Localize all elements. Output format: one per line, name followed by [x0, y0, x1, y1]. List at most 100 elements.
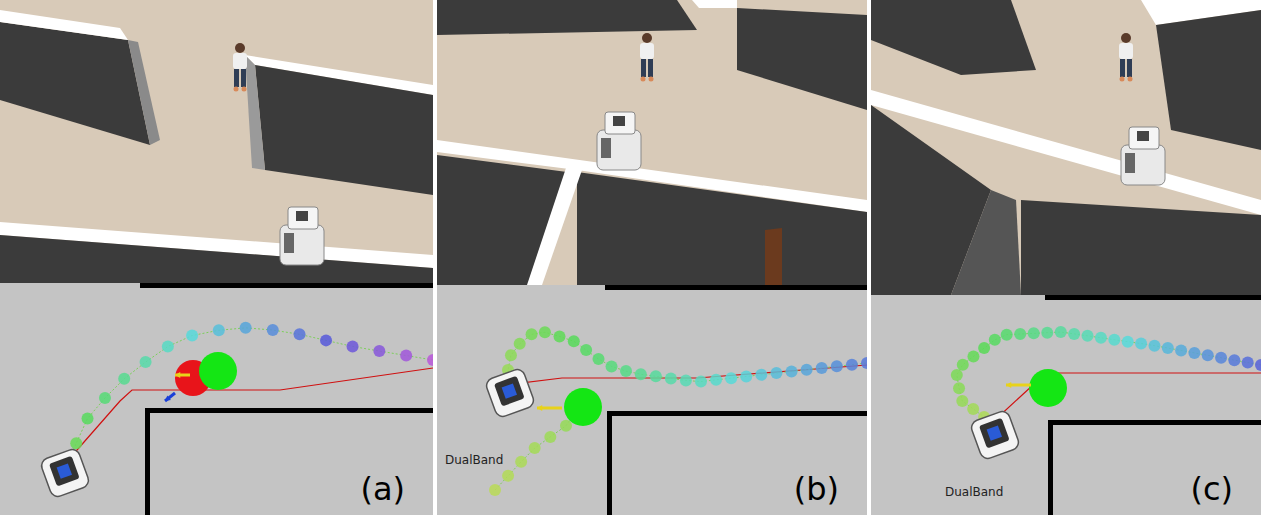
person-figure — [640, 33, 654, 82]
wall-shape — [765, 228, 782, 285]
trajectory-dot — [1242, 357, 1254, 369]
trajectory-dot — [770, 367, 782, 379]
trajectory-dot — [1188, 347, 1200, 359]
trajectory-dot — [1014, 328, 1026, 340]
trajectory-dot — [526, 328, 538, 340]
trajectory-dot — [140, 356, 152, 368]
wall-shape — [1021, 200, 1261, 295]
trajectory — [59, 322, 433, 474]
trajectory-dot — [978, 342, 990, 354]
trajectory-dot — [957, 359, 969, 371]
trajectory-dot — [294, 328, 306, 340]
wall-shape — [951, 190, 1021, 295]
trajectory-dot — [505, 349, 517, 361]
robot-figure — [280, 207, 324, 265]
trajectory-dot — [99, 392, 111, 404]
wall-shape — [245, 55, 265, 170]
trajectory-dot — [1228, 354, 1240, 366]
trajectory-dot — [1095, 332, 1107, 344]
trajectory-dot — [695, 376, 707, 388]
trajectory-dot — [400, 350, 412, 362]
trajectory-dot — [710, 374, 722, 386]
trajectory-dot — [1108, 334, 1120, 346]
map-wall — [140, 283, 433, 288]
map-wall — [1048, 420, 1053, 515]
wall-shape — [1156, 10, 1261, 150]
wall-shape — [871, 0, 1036, 75]
figure: (a)DualBand(b)DualBand(c) — [0, 0, 1261, 515]
map-wall — [607, 411, 867, 416]
trajectory-dot — [580, 344, 592, 356]
trajectory-dot — [1082, 330, 1094, 342]
wall-shape — [527, 165, 582, 285]
trajectory-dot — [786, 365, 798, 377]
robot-figure — [1121, 127, 1165, 185]
person-figure — [233, 43, 247, 92]
trajectory-dot — [801, 364, 813, 376]
arrow-icon — [165, 393, 175, 401]
planned-path — [70, 368, 433, 458]
trajectory-dot — [489, 484, 501, 496]
wall-shape — [692, 0, 737, 8]
trajectory-dot — [568, 335, 580, 347]
wall-shape — [0, 22, 150, 145]
trajectory-dot — [1028, 327, 1040, 339]
robot-icon — [484, 367, 535, 418]
trajectory-dot — [846, 359, 858, 371]
scene-drawing — [0, 0, 433, 283]
scene-drawing — [871, 0, 1261, 295]
human-marker — [1029, 369, 1067, 407]
trajectory-dot — [1055, 326, 1067, 338]
robot-icon — [39, 447, 90, 498]
person-figure — [1119, 33, 1133, 82]
trajectory-dot — [539, 326, 551, 338]
trajectory-dot — [740, 370, 752, 382]
trajectory-dot — [635, 368, 647, 380]
trajectory-dot — [951, 369, 963, 381]
trajectory-dot — [967, 403, 979, 415]
panel-label: (a) — [360, 472, 405, 507]
panel-label: (c) — [1190, 472, 1233, 507]
trajectory-dot — [816, 362, 828, 374]
trajectory-dot — [320, 334, 332, 346]
trajectory-dot — [186, 330, 198, 342]
wall-shape — [437, 0, 697, 35]
navigation-map: DualBand (c) — [871, 295, 1261, 515]
trajectory-dot — [162, 341, 174, 353]
trajectory-dot — [514, 338, 526, 350]
trajectory-dot — [554, 330, 566, 342]
wall-shape — [577, 172, 867, 285]
wall-shape — [255, 65, 433, 195]
trajectory-dot — [347, 340, 359, 352]
trajectory-dot — [650, 370, 662, 382]
map-wall — [605, 285, 867, 290]
trajectory-dot — [529, 442, 541, 454]
trajectory-dot — [544, 431, 556, 443]
trajectory-dot — [1135, 338, 1147, 350]
trajectory-dot — [989, 334, 1001, 346]
figure-panel: DualBand(b) — [437, 0, 867, 515]
scene-drawing — [437, 0, 867, 285]
trajectory-dot — [680, 374, 692, 386]
trajectory-dot — [1255, 359, 1261, 371]
simulation-scene — [437, 0, 867, 285]
trajectory-dot — [1041, 327, 1053, 339]
trajectory-dot — [515, 456, 527, 468]
trajectory-dot — [70, 437, 82, 449]
map-text: DualBand — [445, 453, 503, 467]
trajectory-dot — [1175, 344, 1187, 356]
trajectory-dot — [593, 353, 605, 365]
trajectory-dot — [213, 324, 225, 336]
map-wall — [145, 408, 433, 413]
trajectory-dot — [1215, 352, 1227, 364]
trajectory — [499, 326, 867, 391]
trajectory-dot — [1068, 328, 1080, 340]
trajectory-dot — [1162, 342, 1174, 354]
trajectory-dot — [82, 412, 94, 424]
trajectory-dot — [1001, 329, 1013, 341]
trajectory-dot — [967, 350, 979, 362]
human-marker — [564, 388, 602, 426]
map-text: DualBand — [945, 485, 1003, 499]
arrow-icon — [1006, 382, 1031, 388]
simulation-scene — [871, 0, 1261, 295]
